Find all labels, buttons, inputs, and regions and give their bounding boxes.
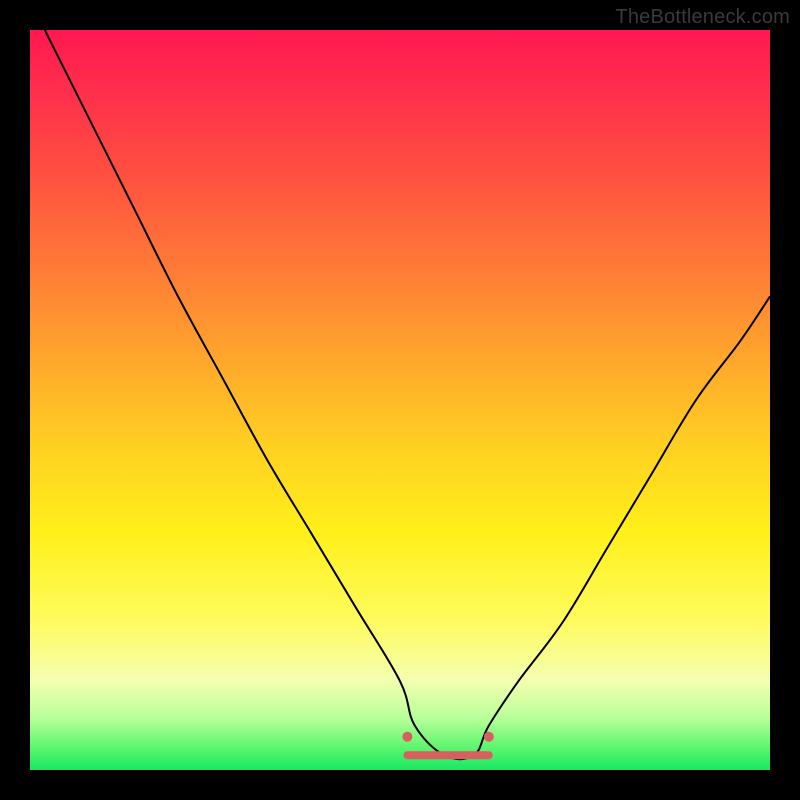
right-endpoint xyxy=(484,732,494,742)
curve-layer xyxy=(30,30,770,770)
left-endpoint xyxy=(402,732,412,742)
chart-frame: TheBottleneck.com xyxy=(0,0,800,800)
watermark-text: TheBottleneck.com xyxy=(615,6,790,29)
bottleneck-curve xyxy=(45,30,770,759)
